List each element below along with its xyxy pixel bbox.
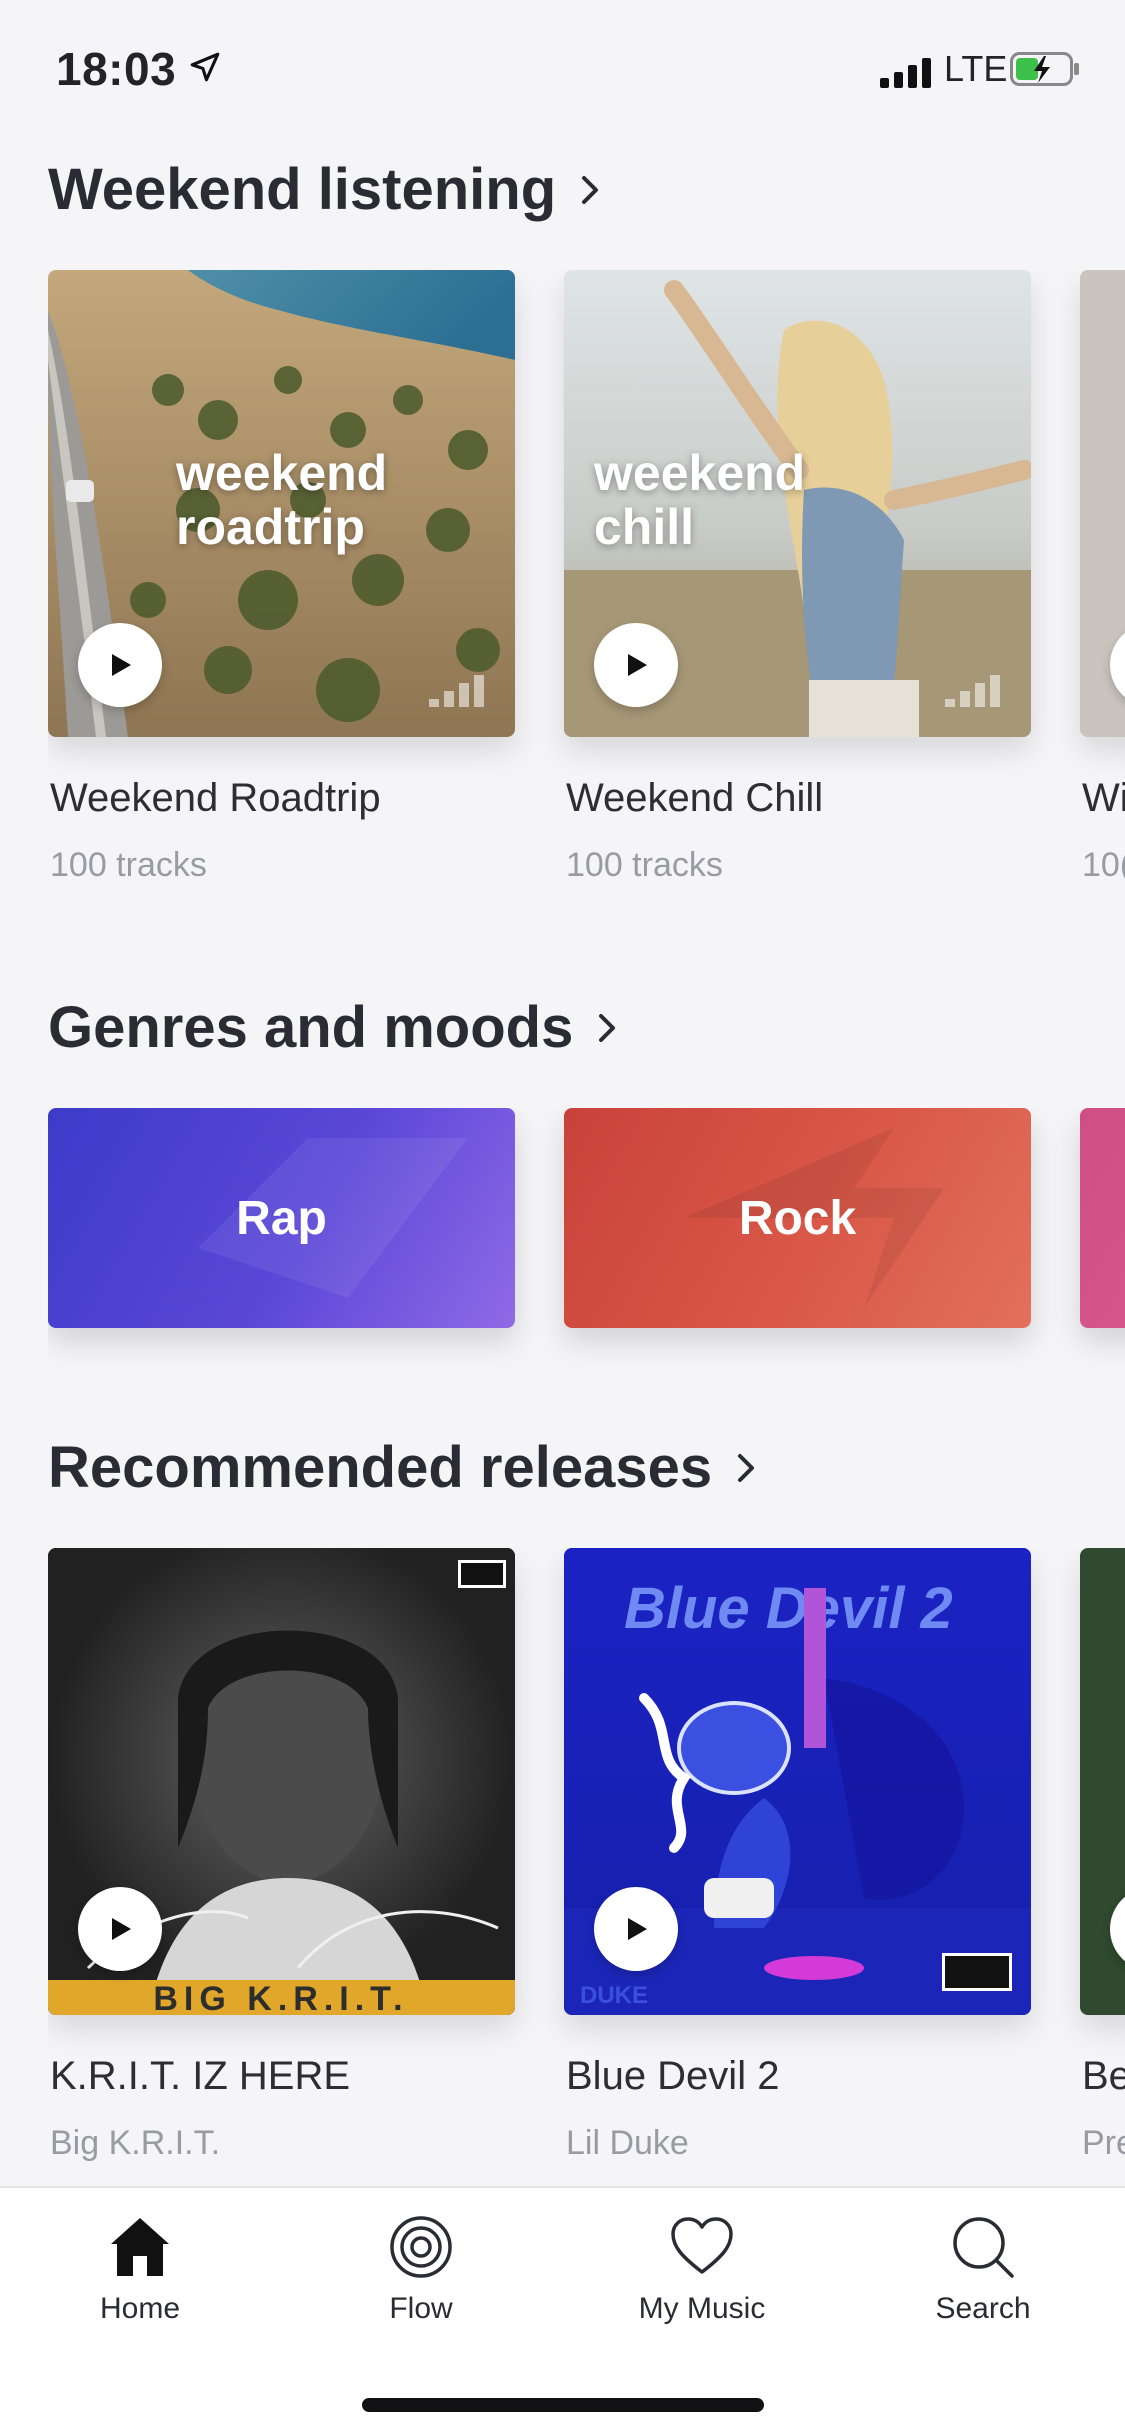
tab-label: My Music [638, 2292, 766, 2325]
tab-my-music[interactable]: My Music [602, 2212, 802, 2326]
tab-home[interactable]: Home [40, 2212, 240, 2326]
playlist-subtitle: 10( [1082, 846, 1125, 884]
section-header-genres-and-moods[interactable]: Genres and moods [48, 994, 621, 1061]
chevron-right-icon [582, 175, 599, 204]
playlist-cover-weekend-roadtrip[interactable]: weekend roadtrip [48, 270, 515, 737]
play-button[interactable] [594, 623, 678, 707]
album-artist[interactable]: Big K.R.I.T. [50, 2124, 220, 2163]
status-bar: 18:03 LTE [0, 0, 1125, 132]
album-artist[interactable]: Pre [1082, 2124, 1125, 2163]
play-icon [112, 1918, 131, 1940]
cover-overlay-text: weekend chill [594, 445, 806, 555]
tab-flow[interactable]: Flow [321, 2212, 521, 2326]
tab-label: Home [99, 2292, 181, 2325]
section-title: Weekend listening [48, 157, 557, 222]
playlist-subtitle: 100 tracks [566, 846, 723, 884]
chevron-right-icon [599, 1013, 616, 1042]
play-button[interactable] [1110, 1887, 1125, 1971]
section-header-recommended-releases[interactable]: Recommended releases [48, 1434, 760, 1501]
playlist-title[interactable]: Weekend Roadtrip [50, 776, 381, 821]
play-button[interactable] [78, 623, 162, 707]
playlist-cover-partial[interactable] [1080, 270, 1125, 737]
play-button[interactable] [1110, 623, 1125, 707]
album-title[interactable]: Blue Devil 2 [566, 2054, 779, 2099]
heart-icon [671, 2217, 733, 2274]
playlist-title[interactable]: Wi [1082, 776, 1125, 821]
section-title: Recommended releases [48, 1435, 713, 1500]
play-icon [628, 654, 647, 676]
playlist-subtitle: 100 tracks [50, 846, 207, 884]
album-cover-krit-iz-here[interactable]: BIG K.R.I.T. [48, 1548, 515, 2015]
play-button[interactable] [78, 1887, 162, 1971]
playlist-title[interactable]: Weekend Chill [566, 776, 823, 821]
genre-card-rock[interactable]: Rock [564, 1108, 1031, 1328]
network-label: LTE [944, 48, 1008, 89]
genre-card-partial[interactable] [1080, 1108, 1125, 1328]
flow-icon [390, 2216, 452, 2278]
tab-label: Flow [389, 2292, 453, 2325]
section-header-weekend-listening[interactable]: Weekend listening [48, 156, 604, 223]
cover-art-subtext: DUKE [580, 1982, 648, 2009]
home-icon [111, 2218, 169, 2276]
chevron-right-icon [738, 1453, 755, 1482]
tab-search[interactable]: Search [883, 2212, 1083, 2326]
battery-charging-icon [1010, 52, 1079, 86]
genre-label: Rap [236, 1191, 327, 1245]
equalizer-logo-icon [945, 675, 1000, 707]
signal-bars-icon [880, 58, 931, 88]
album-title[interactable]: Be [1082, 2054, 1125, 2099]
play-icon [628, 1918, 647, 1940]
album-cover-partial[interactable] [1080, 1548, 1125, 2015]
cover-overlay-text: weekend roadtrip [176, 445, 388, 555]
album-cover-blue-devil-2[interactable]: Blue Devil 2 DUKE [564, 1548, 1031, 2015]
play-icon [112, 654, 131, 676]
recommended-releases-row[interactable]: BIG K.R.I.T. K.R.I.T. IZ HERE Big K.R.I.… [48, 1548, 1125, 2188]
section-title: Genres and moods [48, 995, 574, 1060]
tab-label: Search [935, 2292, 1031, 2325]
location-arrow-icon [190, 52, 220, 82]
equalizer-logo-icon [429, 675, 484, 707]
cover-art-text: BIG K.R.I.T. [153, 1980, 408, 2015]
playlist-cover-weekend-chill[interactable]: weekend chill [564, 270, 1031, 737]
weekend-playlists-row[interactable]: weekend roadtrip Weekend Roadtrip 100 tra… [48, 270, 1125, 910]
status-time: 18:03 [56, 43, 177, 95]
home-indicator[interactable] [362, 2398, 764, 2412]
album-title[interactable]: K.R.I.T. IZ HERE [50, 2054, 350, 2099]
genre-label: Rock [738, 1191, 857, 1245]
genres-row[interactable]: Rap Rock [48, 1108, 1125, 1378]
play-button[interactable] [594, 1887, 678, 1971]
search-icon [953, 2217, 1014, 2278]
cover-art-text: Blue Devil 2 [624, 1576, 953, 1641]
album-artist[interactable]: Lil Duke [566, 2124, 689, 2163]
genre-card-rap[interactable]: Rap [48, 1108, 515, 1328]
